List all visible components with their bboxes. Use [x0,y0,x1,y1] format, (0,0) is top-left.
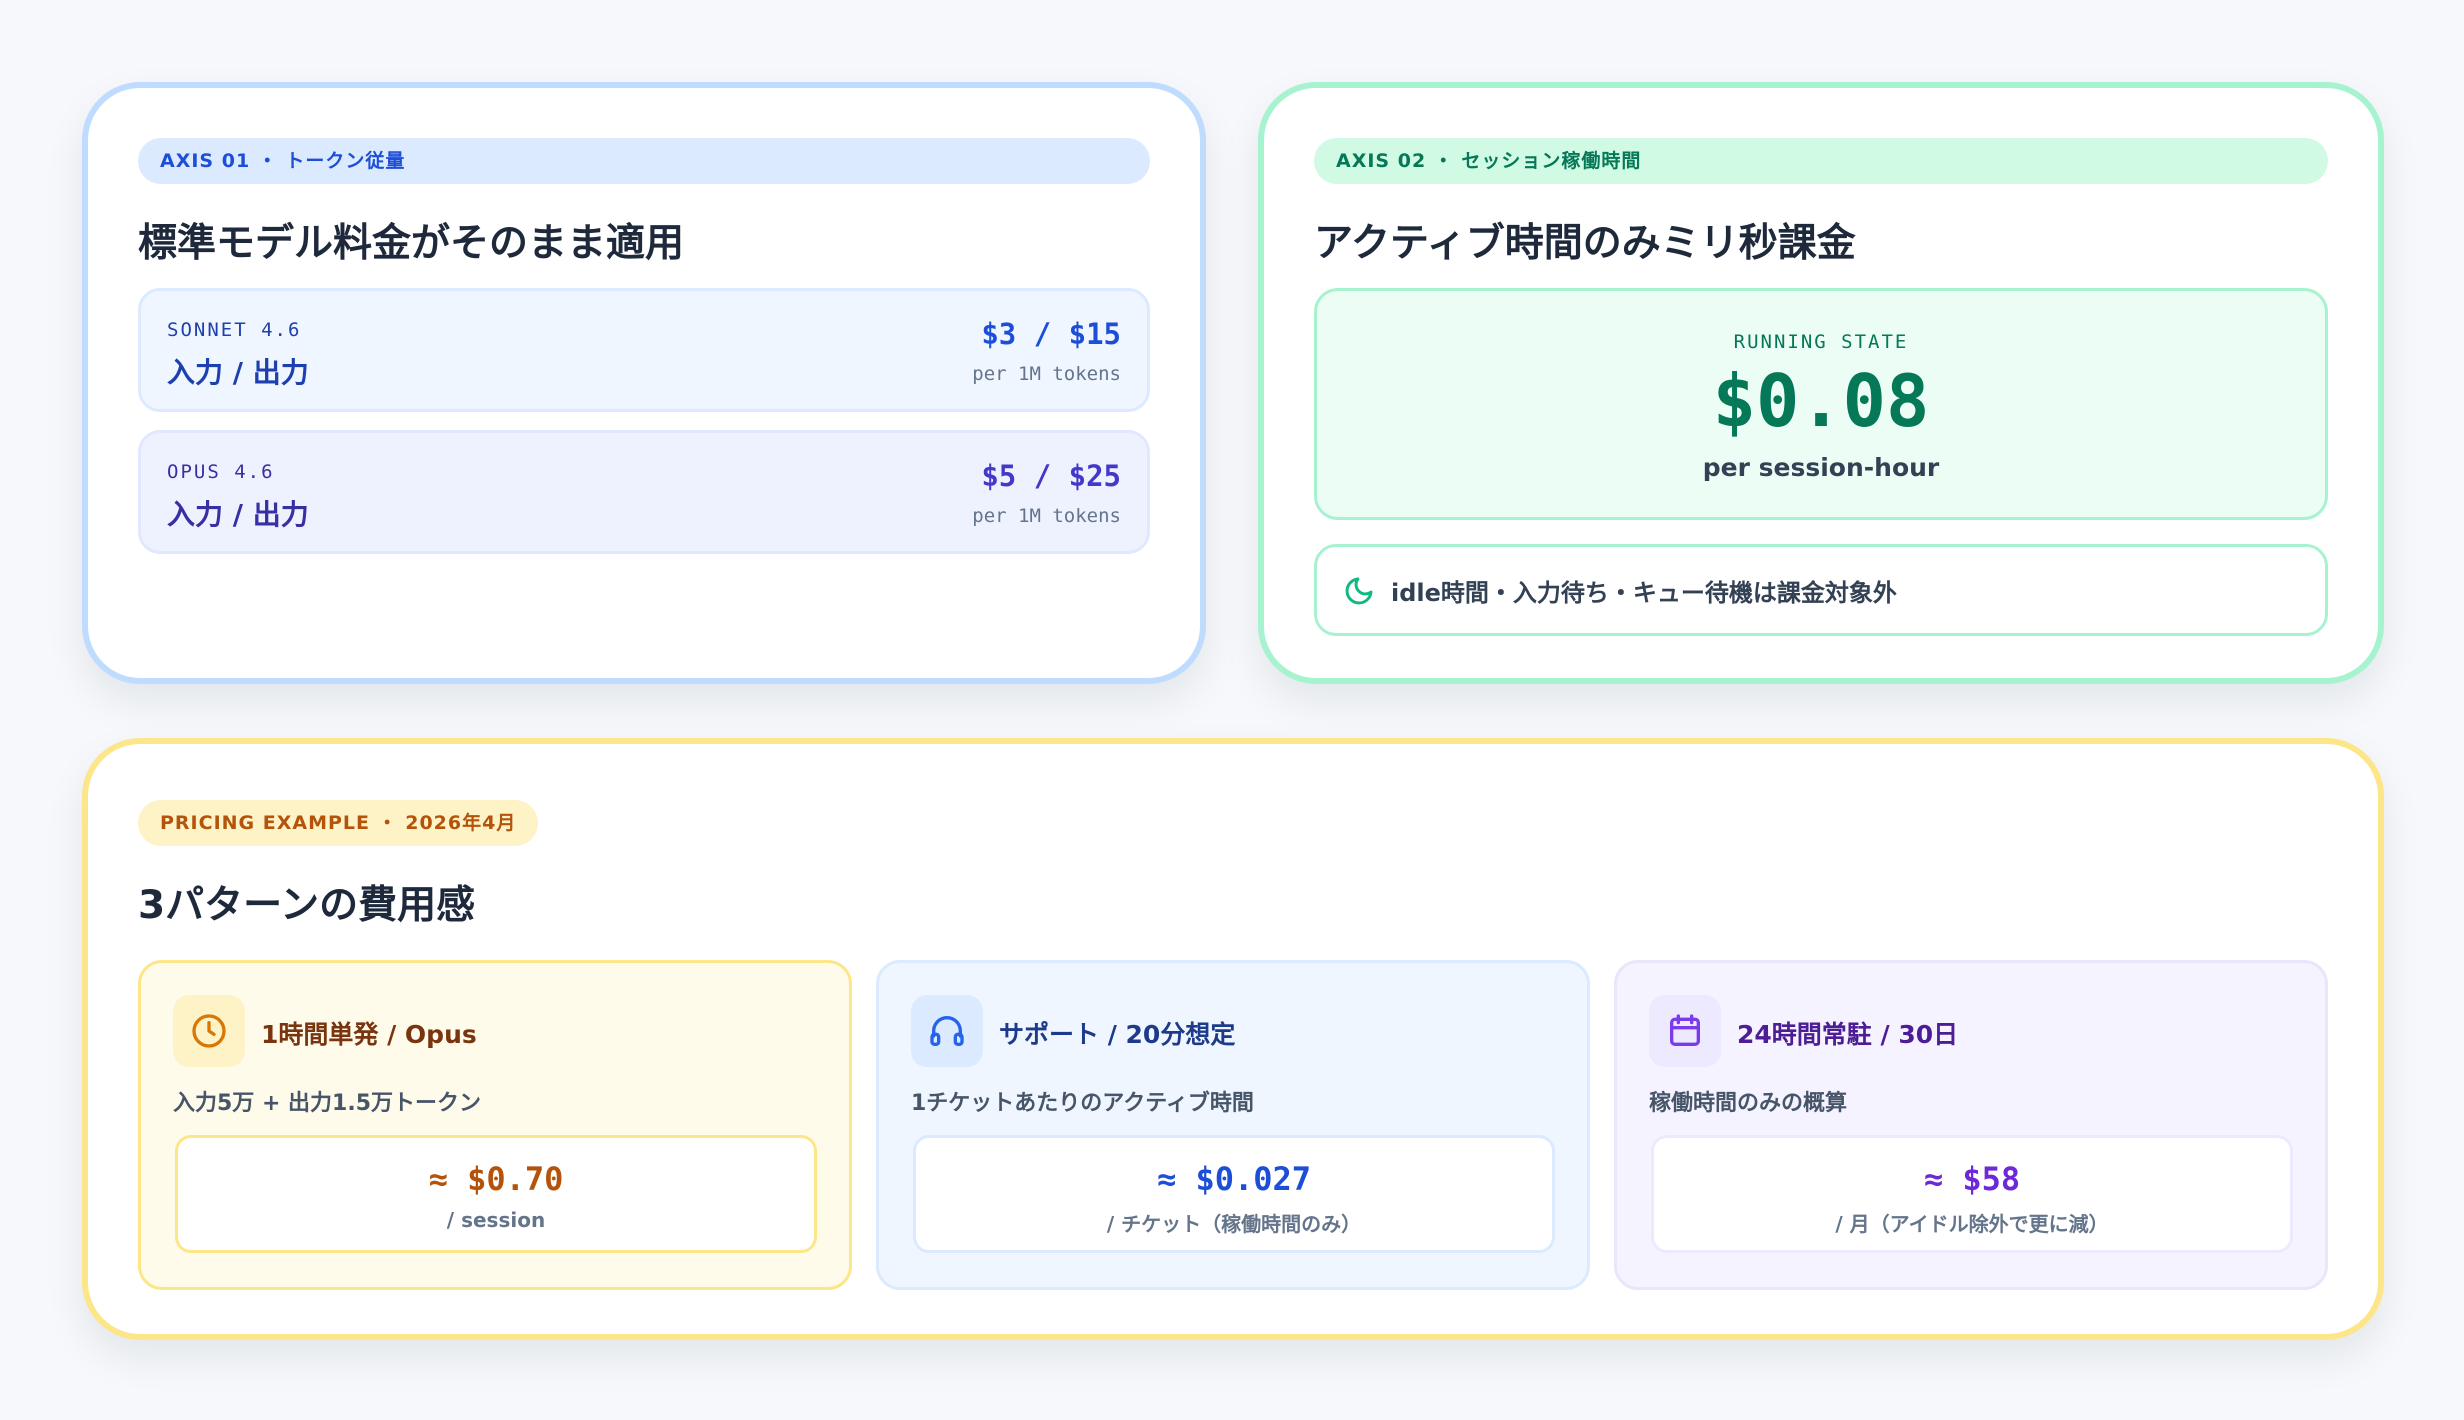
moon-icon [1345,577,1373,605]
pricing-case-title: サポート / 20分想定 [999,1020,1236,1049]
pricing-case-title: 24時間常駐 / 30日 [1737,1020,1959,1049]
running-state-price: $0.08 [1712,359,1930,443]
pricing-case-desc: 稼働時間のみの概算 [1649,1091,1848,1116]
idle-note-text: idle時間・入力待ち・キュー待機は課金対象外 [1391,579,1897,607]
model-row-sonnet: SONNET 4.6 入力 / 出力 $3 / $15 per 1M token… [138,288,1150,412]
axis02-title: アクティブ時間のみミリ秒課金 [1314,221,1856,266]
pricing-case-card: 24時間常駐 / 30日 稼働時間のみの概算 ≈ $58 / 月（アイドル除外で… [1614,960,2328,1290]
pricing-case-card: 1時間単発 / Opus 入力5万 + 出力1.5万トークン ≈ $0.70 /… [138,960,852,1290]
pricing-case-unit: / session [446,1208,546,1232]
headset-icon [911,995,983,1067]
model-price: $3 / $15 [981,317,1121,351]
calendar-icon [1649,995,1721,1067]
pricing-case-card: サポート / 20分想定 1チケットあたりのアクティブ時間 ≈ $0.027 /… [876,960,1590,1290]
pricing-case-desc: 入力5万 + 出力1.5万トークン [173,1091,482,1116]
pricing-case-unit: / 月（アイドル除外で更に減） [1835,1212,2109,1236]
pricing-case-unit: / チケット（稼働時間のみ） [1106,1212,1362,1236]
model-io-label: 入力 / 出力 [167,498,309,531]
pricing-case-result: ≈ $58 / 月（アイドル除外で更に減） [1651,1135,2293,1253]
axis01-card: AXIS 01 ・ トークン従量 標準モデル料金がそのまま適用 SONNET 4… [82,82,1206,684]
pricing-example-tag: PRICING EXAMPLE ・ 2026年4月 [138,800,539,846]
model-price-unit: per 1M tokens [972,363,1121,385]
pricing-case-result: ≈ $0.70 / session [175,1135,817,1253]
pricing-case-desc: 1チケットあたりのアクティブ時間 [911,1091,1254,1116]
idle-note: idle時間・入力待ち・キュー待機は課金対象外 [1314,544,2328,636]
axis02-tag: AXIS 02 ・ セッション稼働時間 [1314,138,2328,184]
pricing-case-value: ≈ $58 [1923,1160,2021,1198]
running-state-unit: per session-hour [1702,453,1940,482]
clock-icon [173,995,245,1067]
pricing-case-title: 1時間単発 / Opus [261,1020,477,1049]
model-io-label: 入力 / 出力 [167,356,309,389]
running-state-label: RUNNING STATE [1733,331,1909,353]
pricing-example-title: 3パターンの費用感 [138,883,476,928]
axis01-tag: AXIS 01 ・ トークン従量 [138,138,1150,184]
pricing-case-value: ≈ $0.70 [428,1160,564,1198]
axis01-title: 標準モデル料金がそのまま適用 [138,221,685,266]
model-row-opus: OPUS 4.6 入力 / 出力 $5 / $25 per 1M tokens [138,430,1150,554]
pricing-case-result: ≈ $0.027 / チケット（稼働時間のみ） [913,1135,1555,1253]
pricing-case-value: ≈ $0.027 [1156,1160,1312,1198]
model-price: $5 / $25 [981,459,1121,493]
model-price-unit: per 1M tokens [972,505,1121,527]
axis02-card: AXIS 02 ・ セッション稼働時間 アクティブ時間のみミリ秒課金 RUNNI… [1258,82,2384,684]
pricing-example-card: PRICING EXAMPLE ・ 2026年4月 3パターンの費用感 1時間単… [82,738,2384,1340]
running-state-box: RUNNING STATE $0.08 per session-hour [1314,288,2328,520]
model-name: SONNET 4.6 [167,319,302,341]
model-name: OPUS 4.6 [167,461,275,483]
